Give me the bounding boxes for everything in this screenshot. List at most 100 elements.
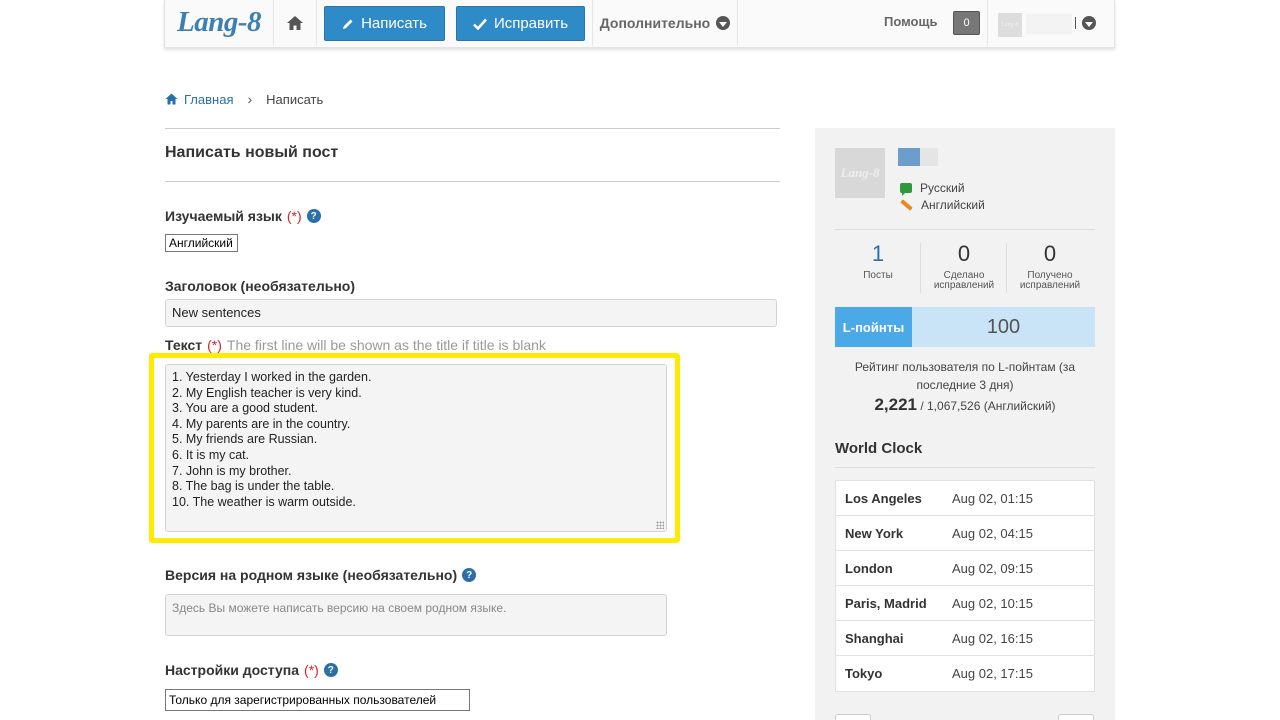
resize-handle[interactable] <box>656 521 664 529</box>
clock-time: Aug 02, 09:15 <box>952 560 1033 576</box>
stat-corrections-made[interactable]: 0 Сделано исправлений <box>921 241 1007 291</box>
clock-time: Aug 02, 01:15 <box>952 490 1033 506</box>
learning-language-row: Английский <box>900 198 985 212</box>
profile-sidebar: Lang-8 Русский Английский 1 Посты 0 Сдел… <box>815 128 1115 720</box>
required-mark: (*) <box>207 337 222 353</box>
rank-value: 2,221 <box>874 395 917 414</box>
help-icon[interactable]: ? <box>462 568 477 582</box>
required-mark: (*) <box>304 662 319 678</box>
divider <box>835 467 1095 468</box>
title-input[interactable]: New sentences <box>165 299 777 327</box>
native-version-textarea[interactable]: Здесь Вы можете написать версию на своем… <box>165 594 667 636</box>
label-text: Настройки доступа <box>165 662 300 678</box>
clock-city: New York <box>845 525 904 541</box>
home-icon <box>165 93 178 105</box>
pencil-icon <box>900 199 913 211</box>
table-row: Paris, Madrid Aug 02, 10:15 <box>836 586 1094 621</box>
write-label: Написать <box>361 15 427 32</box>
calendar-prev-button[interactable] <box>835 714 871 720</box>
help-link[interactable]: Помощь <box>884 14 937 29</box>
clock-city: Shanghai <box>845 630 904 646</box>
user-menu[interactable]: Lang-8 <box>987 0 1115 46</box>
lpoints-label: L-пойнты <box>835 307 912 347</box>
text-line: 10. The weather is warm outside. <box>172 494 356 509</box>
write-button[interactable]: Написать <box>324 6 445 41</box>
logo[interactable]: Lang-8 <box>177 6 262 39</box>
text-line: 5. My friends are Russian. <box>172 432 318 447</box>
native-language: Русский <box>920 181 965 195</box>
text-area[interactable]: 1. Yesterday I worked in the garden. 2. … <box>165 364 667 532</box>
text-line: 1. Yesterday I worked in the garden. <box>172 370 372 384</box>
correct-button[interactable]: Исправить <box>456 6 585 41</box>
clock-city: Tokyo <box>845 666 883 681</box>
clock-city: London <box>845 560 893 576</box>
native-language-row: Русский <box>900 181 965 196</box>
divider <box>165 181 780 182</box>
text-line: 2. My English teacher is very kind. <box>172 385 362 400</box>
world-clock-table: Los Angeles Aug 02, 01:15 New York Aug 0… <box>835 480 1095 692</box>
top-navbar: Lang-8 Написать Исправить Дополнительно … <box>164 0 1115 48</box>
access-settings-select[interactable]: Только для зарегистрированных пользовате… <box>165 689 470 711</box>
breadcrumb-home-label: Главная <box>184 91 234 107</box>
stat-label: Сделано исправлений <box>933 270 995 291</box>
stat-value: 1 <box>871 241 885 266</box>
table-row: Tokyo Aug 02, 17:15 <box>836 656 1094 691</box>
rating-text: Рейтинг пользователя по L-пойнтам (за по… <box>854 360 1076 392</box>
chevron-right-icon: › <box>247 91 253 107</box>
stat-label: Получено исправлений <box>1019 270 1081 291</box>
check-icon <box>473 18 487 30</box>
text-label: Текст (*) The first line will be shown a… <box>165 337 546 353</box>
stat-corrections-received[interactable]: 0 Получено исправлений <box>1007 241 1093 291</box>
more-label: Дополнительно <box>599 15 711 31</box>
help-icon[interactable]: ? <box>323 663 338 677</box>
clock-time: Aug 02, 17:15 <box>952 666 1033 681</box>
table-row: Shanghai Aug 02, 16:15 <box>836 621 1094 656</box>
calendar-next-button[interactable] <box>1058 714 1094 720</box>
home-button[interactable] <box>273 0 317 46</box>
table-row: Los Angeles Aug 02, 01:15 <box>836 481 1094 516</box>
avatar[interactable]: Lang-8 <box>835 148 885 198</box>
username-redacted <box>920 148 938 166</box>
stat-label: Посты <box>863 270 893 281</box>
clock-time: Aug 02, 04:15 <box>952 525 1033 541</box>
text-line: 3. You are a good student. <box>172 401 318 416</box>
required-mark: (*) <box>286 208 302 224</box>
avatar: Lang-8 <box>998 13 1022 37</box>
page-title: Написать новый пост <box>165 144 339 161</box>
table-row: London Aug 02, 09:15 <box>836 551 1094 586</box>
chevron-down-icon <box>716 16 731 30</box>
correct-label: Исправить <box>493 15 569 32</box>
divider <box>1075 17 1076 29</box>
label-text: Версия на родном языке (необязательно) <box>165 567 458 583</box>
divider <box>835 229 1095 230</box>
access-settings-label: Настройки доступа (*) ? <box>165 662 338 678</box>
stat-value: 0 <box>957 241 971 266</box>
clock-city: Los Angeles <box>845 490 922 506</box>
title-label: Заголовок (необязательно) <box>165 278 355 294</box>
lpoints-value: 100 <box>986 315 1021 338</box>
breadcrumb-current: Написать <box>266 91 324 107</box>
lpoints-box: L-пойнты 100 <box>835 307 1095 347</box>
text-line: 7. John is my brother. <box>172 463 292 478</box>
clock-city: Paris, Madrid <box>845 595 927 611</box>
breadcrumb-home-link[interactable]: Главная <box>165 92 233 107</box>
chevron-down-icon <box>1082 16 1096 30</box>
learning-language: Английский <box>921 198 985 212</box>
rank: 2,221 / 1,067,526 (Английский) <box>835 395 1095 415</box>
help-icon[interactable]: ? <box>306 209 321 223</box>
text-hint: The first line will be shown as the titl… <box>226 337 546 353</box>
stat-posts[interactable]: 1 Посты <box>835 241 921 281</box>
username-redacted[interactable] <box>898 148 920 166</box>
divider <box>165 128 780 129</box>
notification-badge[interactable]: 0 <box>953 11 980 35</box>
pencil-icon <box>343 19 353 29</box>
learning-language-select[interactable]: Английский <box>165 234 238 252</box>
stat-value: 0 <box>1043 241 1057 266</box>
home-icon <box>287 16 303 30</box>
table-row: New York Aug 02, 04:15 <box>836 516 1094 551</box>
more-menu[interactable]: Дополнительно <box>592 0 738 46</box>
label-text: Текст <box>165 337 203 353</box>
text-line: 4. My parents are in the country. <box>172 416 351 431</box>
text-line: 6. It is my cat. <box>172 447 250 462</box>
username-redacted <box>1026 14 1072 34</box>
